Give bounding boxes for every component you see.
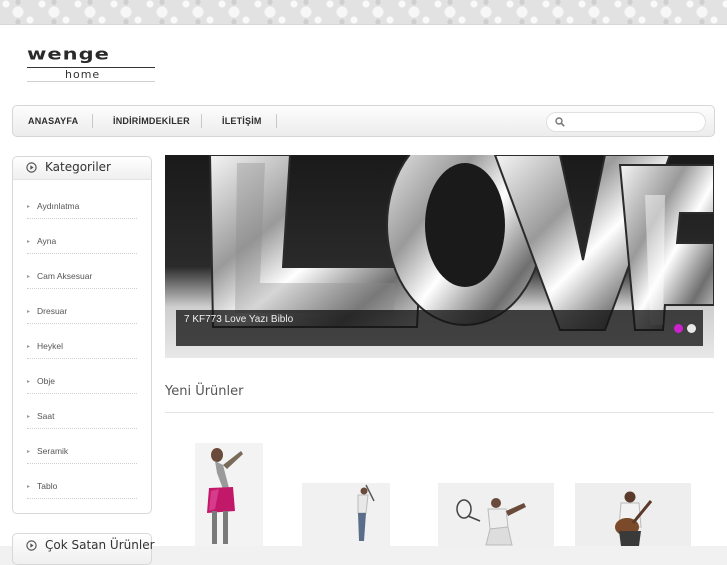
category-item[interactable]: ▸ Dresuar <box>27 290 137 324</box>
chevron-right-icon: ▸ <box>27 274 31 280</box>
category-label: Saat <box>37 411 55 421</box>
category-item[interactable]: ▸ Obje <box>27 360 137 394</box>
category-label: Cam Aksesuar <box>37 271 93 281</box>
nav-item-home[interactable]: ANASAYFA <box>28 106 78 136</box>
logo-underline <box>27 81 155 82</box>
logo-wordmark: wenge <box>27 45 110 63</box>
search-input[interactable] <box>569 115 701 131</box>
nav-separator <box>92 114 93 128</box>
featured-slider[interactable]: 7 KF773 Love Yazı Biblo <box>165 155 714 358</box>
logo-subword: home <box>65 68 101 81</box>
category-label: Ayna <box>37 236 57 246</box>
category-label: Aydınlatma <box>37 201 80 211</box>
category-label: Tablo <box>37 481 58 491</box>
nav-separator <box>201 114 202 128</box>
play-circle-icon <box>26 162 37 173</box>
nav-item-discounts[interactable]: İNDİRİMDEKİLER <box>113 106 190 136</box>
category-label: Dresuar <box>37 306 68 316</box>
category-label: Seramik <box>37 446 69 456</box>
bestsellers-title: Çok Satan Ürünler <box>45 538 155 552</box>
product-card-golfer[interactable] <box>302 483 390 546</box>
category-item[interactable]: ▸ Seramik <box>27 430 137 464</box>
category-item[interactable]: ▸ Heykel <box>27 325 137 359</box>
category-list: ▸ Aydınlatma ▸ Ayna ▸ Cam Aksesuar ▸ Dresuar… <box>27 185 137 500</box>
product-card-guitarist[interactable] <box>575 483 691 546</box>
chevron-right-icon: ▸ <box>27 204 31 210</box>
product-image-golfer-figure <box>302 483 390 546</box>
chevron-right-icon: ▸ <box>27 379 31 385</box>
nav-item-contact[interactable]: İLETİŞİM <box>222 106 262 136</box>
chevron-right-icon: ▸ <box>27 309 31 315</box>
search-icon[interactable] <box>555 117 565 127</box>
section-divider <box>165 412 714 413</box>
slider-caption-text: 7 KF773 Love Yazı Biblo <box>184 314 294 325</box>
chevron-right-icon: ▸ <box>27 414 31 420</box>
slider-dot[interactable] <box>687 324 696 333</box>
page-container: wenge home ANASAYFA İNDİRİMDEKİLER İLETİ… <box>0 24 727 565</box>
category-label: Heykel <box>37 341 63 351</box>
sidebar-title: Kategoriler <box>45 160 111 174</box>
product-image-guitarist-figure <box>575 483 691 546</box>
category-label: Obje <box>37 376 55 386</box>
search-box <box>546 112 706 132</box>
sidebar-header: Kategoriler <box>13 157 151 180</box>
slider-dot-active[interactable] <box>674 324 683 333</box>
category-item[interactable]: ▸ Aydınlatma <box>27 185 137 219</box>
product-card-dancer[interactable] <box>195 443 263 546</box>
slider-caption: 7 KF773 Love Yazı Biblo <box>176 310 703 346</box>
chevron-right-icon: ▸ <box>27 484 31 490</box>
product-image-dancing-figure <box>195 443 263 546</box>
site-logo[interactable]: wenge home <box>27 45 159 87</box>
new-products-title: Yeni Ürünler <box>165 384 244 399</box>
chevron-right-icon: ▸ <box>27 449 31 455</box>
category-item[interactable]: ▸ Tablo <box>27 465 137 499</box>
product-image-tennis-player-figure <box>438 483 554 546</box>
bestsellers-panel: Çok Satan Ürünler <box>12 533 155 565</box>
category-item[interactable]: ▸ Ayna <box>27 220 137 254</box>
category-item[interactable]: ▸ Saat <box>27 395 137 429</box>
play-circle-icon <box>26 540 37 551</box>
chevron-right-icon: ▸ <box>27 344 31 350</box>
category-item[interactable]: ▸ Cam Aksesuar <box>27 255 137 289</box>
top-pattern-banner <box>0 0 727 24</box>
nav-separator <box>276 114 277 128</box>
main-navigation: ANASAYFA İNDİRİMDEKİLER İLETİŞİM <box>12 105 715 137</box>
category-sidebar: Kategoriler ▸ Aydınlatma ▸ Ayna ▸ Cam Akses… <box>12 156 152 514</box>
chevron-right-icon: ▸ <box>27 239 31 245</box>
product-card-tennis[interactable] <box>438 483 554 546</box>
